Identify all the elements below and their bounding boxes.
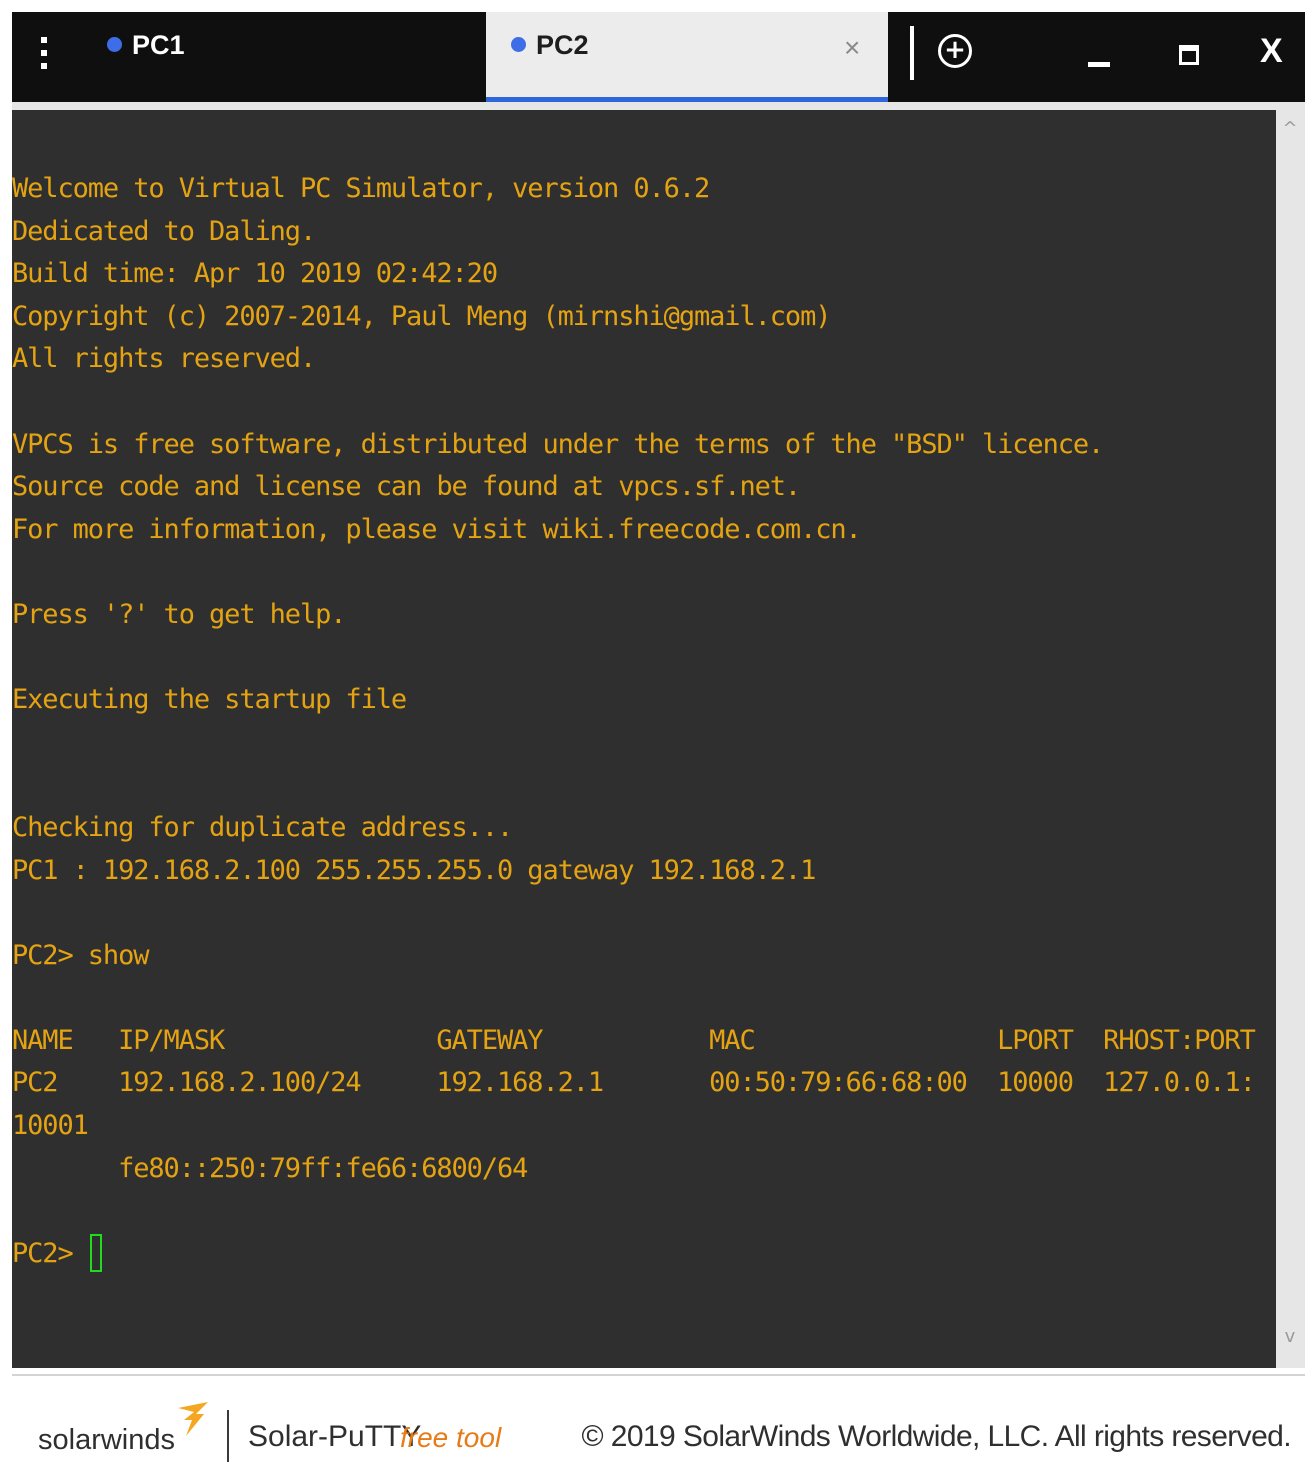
- terminal-line: Source code and license can be found at …: [12, 471, 801, 503]
- title-bar: PC1 PC2 × + X: [12, 12, 1305, 102]
- footer-bar: solarwinds Solar-PuTTY free tool © 2019 …: [12, 1374, 1305, 1476]
- terminal-line: Press '?' to get help.: [12, 598, 347, 630]
- menu-kebab-icon[interactable]: [30, 34, 58, 78]
- solarwinds-logo: solarwinds: [38, 1424, 175, 1456]
- vertical-scrollbar[interactable]: ^ v: [1276, 102, 1305, 1368]
- terminal-line: Executing the startup file: [12, 684, 407, 716]
- terminal-line: Copyright (c) 2007-2014, Paul Meng (mirn…: [12, 300, 831, 332]
- copyright-notice: © 2019 SolarWinds Worldwide, LLC. All ri…: [581, 1420, 1292, 1453]
- tab-label: PC2: [536, 30, 589, 60]
- minimize-icon[interactable]: [1088, 62, 1110, 67]
- prompt: PC2>: [12, 1237, 88, 1269]
- tab-pc2[interactable]: PC2 ×: [486, 12, 888, 102]
- terminal-line: fe80::250:79ff:fe66:6800/64: [12, 1152, 528, 1184]
- tab-label: PC1: [132, 30, 185, 60]
- terminal-line: Welcome to Virtual PC Simulator, version…: [12, 173, 710, 204]
- new-tab-icon[interactable]: +: [938, 34, 972, 68]
- terminal-line: Build time: Apr 10 2019 02:42:20: [12, 258, 498, 290]
- terminal-line: For more information, please visit wiki.…: [12, 513, 862, 545]
- terminal-line: NAME IP/MASK GATEWAY MAC LPORT RHOST:POR…: [12, 1024, 1256, 1056]
- terminal-line: Dedicated to Daling.: [12, 215, 316, 247]
- product-tag: free tool: [400, 1422, 502, 1453]
- tab-close-icon[interactable]: ×: [844, 32, 860, 64]
- terminal-line: PC2 192.168.2.100/24 192.168.2.1 00:50:7…: [12, 1067, 1256, 1099]
- session-status-dot: [107, 37, 122, 52]
- solarwinds-bolt-icon: [178, 1402, 208, 1436]
- session-status-dot: [511, 37, 526, 52]
- terminal-line: Checking for duplicate address...: [12, 811, 513, 843]
- scroll-down-icon[interactable]: v: [1279, 1326, 1301, 1347]
- prompt-line: PC2>: [12, 1233, 1255, 1276]
- terminal-console[interactable]: Welcome to Virtual PC Simulator, version…: [12, 110, 1276, 1368]
- solar-putty-window: PC1 PC2 × + X Welcome to Virtual PC Simu…: [12, 12, 1305, 1476]
- toolbar-divider: [910, 26, 914, 80]
- terminal-line: All rights reserved.: [12, 343, 316, 375]
- close-icon[interactable]: X: [1260, 32, 1283, 71]
- footer-divider: [227, 1410, 229, 1462]
- scroll-up-icon[interactable]: ^: [1279, 118, 1301, 139]
- maximize-icon[interactable]: [1179, 45, 1199, 65]
- terminal-area: Welcome to Virtual PC Simulator, version…: [12, 102, 1305, 1368]
- text-cursor[interactable]: [89, 1233, 102, 1272]
- terminal-line: VPCS is free software, distributed under…: [12, 428, 1104, 460]
- terminal-line: PC1 : 192.168.2.100 255.255.255.0 gatewa…: [12, 854, 816, 886]
- terminal-line: 10001: [12, 1110, 89, 1142]
- tab-pc1[interactable]: PC1: [72, 12, 484, 102]
- product-name: Solar-PuTTY: [248, 1420, 422, 1453]
- terminal-output: Welcome to Virtual PC Simulator, version…: [12, 168, 1256, 1276]
- terminal-line: PC2> show: [12, 939, 150, 971]
